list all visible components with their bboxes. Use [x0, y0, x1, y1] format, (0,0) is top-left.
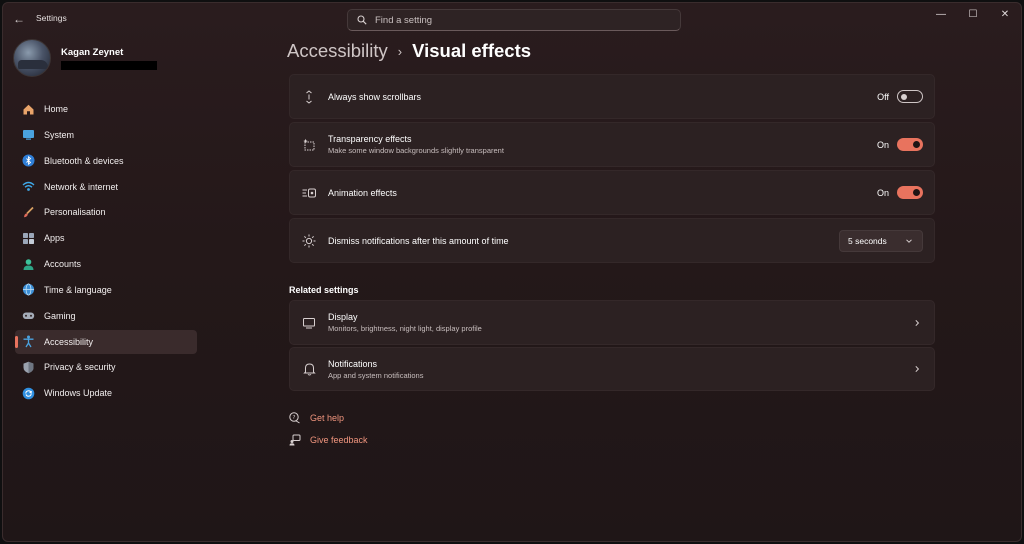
dropdown-value: 5 seconds — [848, 235, 887, 246]
sidebar-item-label: Network & internet — [44, 181, 119, 192]
user-profile[interactable]: Kagan Zeynet — [13, 39, 157, 77]
notifications-settings-card[interactable]: Notifications App and system notificatio… — [289, 347, 935, 391]
help-chat-icon: ? — [289, 412, 301, 424]
sidebar-item-windows-update[interactable]: Windows Update — [15, 381, 197, 405]
transparency-setting-card: Transparency effects Make some window ba… — [289, 122, 935, 167]
scrollbars-toggle[interactable] — [897, 90, 923, 103]
accessibility-icon — [21, 335, 35, 349]
maximize-button[interactable]: ☐ — [957, 3, 989, 25]
globe-icon — [21, 283, 35, 297]
page-title: Visual effects — [412, 40, 532, 61]
sidebar-item-home[interactable]: Home — [15, 97, 197, 121]
sidebar-item-label: Home — [44, 104, 69, 114]
sidebar-nav: Home System Bluetooth & devices Network … — [15, 97, 197, 407]
animation-icon — [302, 186, 316, 200]
chevron-right-icon — [915, 319, 920, 326]
bell-icon — [302, 362, 316, 376]
profile-name: Kagan Zeynet — [61, 46, 124, 58]
update-icon — [21, 386, 35, 400]
toggle-state-label: Off — [877, 91, 889, 102]
dismiss-time-dropdown[interactable]: 5 seconds — [839, 229, 923, 252]
sidebar-item-label: Personalisation — [44, 207, 106, 218]
setting-subtitle: Make some window backgrounds slightly tr… — [328, 146, 504, 155]
chevron-down-icon — [906, 238, 912, 243]
sidebar-item-label: Accounts — [44, 259, 82, 270]
related-settings-heading: Related settings — [289, 285, 359, 295]
transparency-icon — [302, 138, 316, 152]
sidebar-item-personalisation[interactable]: Personalisation — [15, 200, 197, 224]
sidebar-item-label: Apps — [44, 233, 65, 244]
apps-icon — [21, 231, 35, 245]
title-bar: ← Settings — ☐ ✕ — [3, 3, 1021, 35]
breadcrumb-separator: › — [397, 43, 403, 59]
redacted-email — [61, 60, 157, 70]
sidebar-item-apps[interactable]: Apps — [15, 226, 197, 250]
sidebar-item-bluetooth[interactable]: Bluetooth & devices — [15, 149, 197, 173]
sidebar-item-accounts[interactable]: Accounts — [15, 252, 197, 276]
give-feedback-label: Give feedback — [310, 435, 368, 445]
search-icon — [357, 15, 367, 25]
network-icon — [21, 180, 35, 194]
window-controls: — ☐ ✕ — [925, 3, 1021, 25]
breadcrumb-parent[interactable]: Accessibility — [287, 40, 388, 62]
search-input[interactable] — [375, 14, 655, 26]
search-box[interactable] — [347, 9, 681, 31]
brightness-icon — [302, 234, 316, 248]
brush-icon — [21, 205, 35, 219]
setting-subtitle: App and system notifications — [328, 370, 424, 380]
settings-window: ← Settings — ☐ ✕ Kagan Zeynet Home — [2, 2, 1022, 542]
toggle-state-label: On — [876, 187, 889, 198]
transparency-toggle[interactable] — [897, 138, 923, 151]
give-feedback-link[interactable]: Give feedback — [289, 434, 368, 446]
sidebar-item-time-language[interactable]: Time & language — [15, 278, 197, 302]
accounts-icon — [21, 257, 35, 271]
animation-setting-card: Animation effects On — [289, 170, 935, 215]
minimize-button[interactable]: — — [925, 3, 957, 25]
sidebar-item-label: Time & language — [44, 284, 112, 295]
chevron-right-icon — [915, 365, 920, 373]
setting-subtitle: Monitors, brightness, night light, displ… — [328, 324, 482, 333]
setting-title: Always show scrollbars — [328, 91, 422, 102]
get-help-link[interactable]: ? Get help — [289, 412, 344, 424]
sidebar-item-system[interactable]: System — [15, 123, 197, 147]
sidebar-item-label: System — [44, 129, 75, 140]
gamepad-icon — [21, 309, 35, 323]
breadcrumb: Accessibility › Visual effects — [287, 40, 531, 62]
toggle-state-label: On — [876, 139, 889, 150]
feedback-icon — [289, 434, 301, 446]
sidebar-item-label: Accessibility — [44, 336, 94, 347]
app-title: Settings — [36, 13, 67, 23]
sidebar-item-label: Privacy & security — [44, 362, 116, 373]
avatar — [13, 39, 51, 77]
setting-title: Display — [328, 312, 358, 322]
monitor-icon — [302, 316, 316, 330]
sidebar-item-network[interactable]: Network & internet — [15, 175, 197, 199]
svg-text:?: ? — [293, 415, 296, 421]
bluetooth-icon — [21, 154, 35, 168]
sidebar-item-gaming[interactable]: Gaming — [15, 304, 197, 328]
shield-icon — [21, 360, 35, 374]
sidebar-item-accessibility[interactable]: Accessibility — [15, 329, 197, 354]
dismiss-notifications-card: Dismiss notifications after this amount … — [289, 218, 935, 263]
animation-toggle[interactable] — [897, 186, 923, 199]
close-button[interactable]: ✕ — [989, 3, 1021, 25]
setting-title: Transparency effects — [328, 134, 412, 144]
sidebar-item-label: Bluetooth & devices — [44, 155, 124, 166]
setting-title: Animation effects — [328, 187, 397, 198]
setting-title: Notifications — [328, 358, 378, 369]
scrollbar-icon — [302, 89, 316, 104]
sidebar-item-privacy-security[interactable]: Privacy & security — [15, 355, 197, 379]
setting-title: Dismiss notifications after this amount … — [328, 235, 509, 246]
home-icon — [21, 102, 35, 116]
system-icon — [21, 128, 35, 142]
get-help-label: Get help — [310, 413, 345, 423]
sidebar-item-label: Windows Update — [44, 388, 113, 399]
back-button[interactable]: ← — [11, 11, 27, 27]
scrollbars-setting-card: Always show scrollbars Off — [289, 74, 935, 119]
display-settings-card[interactable]: Display Monitors, brightness, night ligh… — [289, 300, 935, 345]
sidebar-item-label: Gaming — [44, 310, 76, 321]
